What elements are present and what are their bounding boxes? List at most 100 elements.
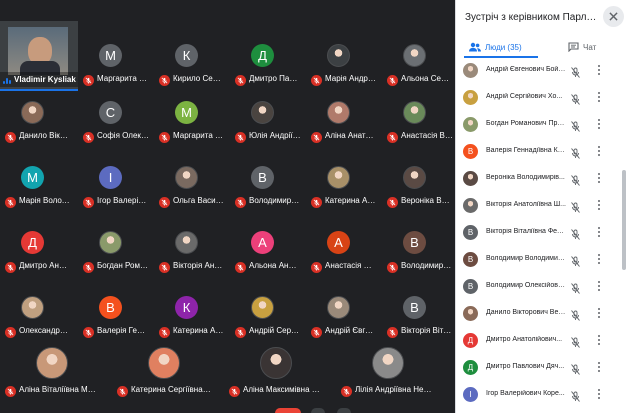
mic-off-icon[interactable] bbox=[571, 335, 580, 353]
person-name: Вікторія Анатоліївна Ш... bbox=[486, 201, 566, 208]
participant-tile[interactable]: І Ігор Валерійо... bbox=[78, 160, 150, 217]
participant-tile[interactable]: М Маргарита Ол... bbox=[78, 38, 150, 95]
list-item[interactable]: В Валерія Геннадіївна Ка... bbox=[456, 139, 619, 166]
participant-tile[interactable]: Ольга Василі... bbox=[154, 160, 226, 217]
mic-off-icon[interactable] bbox=[571, 200, 580, 218]
person-name: Ігор Валерійович Коре... bbox=[486, 390, 565, 397]
more-options-icon[interactable] bbox=[596, 91, 602, 103]
avatar-photo bbox=[36, 347, 68, 379]
mic-off-icon[interactable] bbox=[571, 65, 580, 83]
avatar-initial: А bbox=[327, 231, 350, 254]
avatar-photo bbox=[463, 117, 478, 132]
mic-off-icon[interactable] bbox=[571, 362, 580, 380]
participant-name: Володимир В... bbox=[401, 261, 453, 270]
list-item[interactable]: В Вікторія Віталіївна Федор... bbox=[456, 220, 619, 247]
video-grid: Vladimir Kysliak М Маргарита Ол... К Кирило… bbox=[0, 0, 455, 413]
mic-off-icon[interactable] bbox=[571, 281, 580, 299]
list-item[interactable]: Д Дмитро Павлович Дяч... bbox=[456, 355, 619, 382]
more-options-icon[interactable] bbox=[596, 361, 602, 373]
participant-tile[interactable]: Данило Вікто... bbox=[0, 95, 72, 152]
participant-tile[interactable]: Олександра Р... bbox=[0, 290, 72, 347]
avatar-initial: В bbox=[99, 296, 122, 319]
participant-tile[interactable]: Альона Сергі... bbox=[382, 38, 454, 95]
participant-name: Володимир О... bbox=[249, 196, 301, 205]
more-options-icon[interactable] bbox=[596, 172, 602, 184]
more-options-icon[interactable] bbox=[596, 145, 602, 157]
avatar-initial: М bbox=[99, 44, 122, 67]
list-item[interactable]: Андрій Сергійович Хо... bbox=[456, 85, 619, 112]
more-options-icon[interactable] bbox=[596, 226, 602, 238]
tab-people[interactable]: Люди (35) bbox=[469, 37, 543, 57]
list-item[interactable]: Данило Вікторович Вер... bbox=[456, 301, 619, 328]
mic-off-icon[interactable] bbox=[571, 173, 580, 191]
mic-off-icon[interactable] bbox=[571, 227, 580, 245]
participant-tile[interactable]: Катерина Анд... bbox=[306, 160, 378, 217]
more-options-icon[interactable] bbox=[596, 388, 602, 400]
participant-tile[interactable]: Аліна Віталіївна Мельник bbox=[0, 347, 100, 406]
participant-tile[interactable]: Анастасія Віт... bbox=[382, 95, 454, 152]
participant-tile[interactable]: С Софія Олекса... bbox=[78, 95, 150, 152]
participant-name: Лілія Андріївна Невідомс... bbox=[355, 385, 435, 394]
list-item[interactable]: І Ігор Валерійович Коре... bbox=[456, 382, 619, 409]
person-name: Андрій Євгенович Бойченко bbox=[486, 66, 566, 73]
participant-tile[interactable]: В Володимир О... bbox=[230, 160, 302, 217]
participant-tile[interactable]: М Марія Володи... bbox=[0, 160, 72, 217]
avatar-initial: І bbox=[99, 166, 122, 189]
scrollbar-thumb[interactable] bbox=[622, 170, 626, 270]
participant-tile[interactable]: Андрій Сергій... bbox=[230, 290, 302, 347]
participant-tile[interactable]: К Катерина Анат... bbox=[154, 290, 226, 347]
list-item[interactable]: Д Дмитро Анатолійович... bbox=[456, 328, 619, 355]
participant-tile[interactable]: Д Дмитро Анат... bbox=[0, 225, 72, 282]
tab-chat[interactable]: Чат bbox=[568, 37, 596, 57]
list-item[interactable]: Богдан Романович Пра... bbox=[456, 112, 619, 139]
mic-off-icon bbox=[311, 132, 322, 143]
people-scrollbar[interactable] bbox=[622, 60, 626, 410]
more-options-icon[interactable] bbox=[596, 64, 602, 76]
participant-tile[interactable]: Богдан Рома... bbox=[78, 225, 150, 282]
mic-off-icon[interactable] bbox=[571, 92, 580, 110]
list-item[interactable]: Вероніка Володимирів... bbox=[456, 166, 619, 193]
participant-tile[interactable]: В Володимир В... bbox=[382, 225, 454, 282]
list-item[interactable]: Андрій Євгенович Бойченко bbox=[456, 58, 619, 85]
mic-off-icon[interactable] bbox=[571, 389, 580, 407]
list-item[interactable]: Вікторія Анатоліївна Ш... bbox=[456, 193, 619, 220]
people-panel: Зустріч з керівником Парламент... Люди (… bbox=[455, 0, 628, 413]
participant-tile[interactable]: А Альона Андрії... bbox=[230, 225, 302, 282]
more-options-icon[interactable] bbox=[596, 118, 602, 130]
participant-tile[interactable]: Вероніка Воло... bbox=[382, 160, 454, 217]
mic-off-icon bbox=[83, 197, 94, 208]
more-options-icon[interactable] bbox=[596, 199, 602, 211]
close-button[interactable] bbox=[603, 6, 624, 27]
more-options-icon[interactable] bbox=[596, 307, 602, 319]
participant-tile[interactable]: Д Дмитро Павл... bbox=[230, 38, 302, 95]
participant-name: Данило Вікто... bbox=[19, 131, 71, 140]
avatar-photo bbox=[251, 296, 274, 319]
participant-name: Марія Володи... bbox=[19, 196, 71, 205]
participant-tile[interactable]: Аліна Максимівна Мамче... bbox=[224, 347, 324, 406]
list-item[interactable]: В Володимир Володимир... bbox=[456, 247, 619, 274]
avatar-photo bbox=[463, 198, 478, 213]
participant-tile[interactable]: В Валерія Генна... bbox=[78, 290, 150, 347]
more-options-icon[interactable] bbox=[596, 280, 602, 292]
participant-tile[interactable]: К Кирило Сергі... bbox=[154, 38, 226, 95]
more-options-icon[interactable] bbox=[596, 253, 602, 265]
participant-name: Кирило Сергі... bbox=[173, 74, 225, 83]
participant-tile[interactable]: Катерина Сергіївна Орло... bbox=[112, 347, 212, 406]
participant-tile[interactable]: М Маргарита Се... bbox=[154, 95, 226, 152]
mic-off-icon[interactable] bbox=[571, 254, 580, 272]
participant-tile[interactable]: В Вікторія Вітал... bbox=[382, 290, 454, 347]
participant-tile[interactable]: Андрій Євген... bbox=[306, 290, 378, 347]
presenter-tile[interactable]: Vladimir Kysliak bbox=[0, 21, 78, 91]
mic-off-icon[interactable] bbox=[571, 146, 580, 164]
participant-tile[interactable]: Лілія Андріївна Невідомс... bbox=[336, 347, 436, 406]
participant-tile[interactable]: Аліна Анатолі... bbox=[306, 95, 378, 152]
participant-tile[interactable]: Юлія Андріївн... bbox=[230, 95, 302, 152]
participant-tile[interactable]: Вікторія Анат... bbox=[154, 225, 226, 282]
avatar-initial: С bbox=[99, 101, 122, 124]
list-item[interactable]: В Володимир Олексійович... bbox=[456, 274, 619, 301]
mic-off-icon[interactable] bbox=[571, 119, 580, 137]
mic-off-icon[interactable] bbox=[571, 308, 580, 326]
participant-tile[interactable]: Марія Андріїв... bbox=[306, 38, 378, 95]
more-options-icon[interactable] bbox=[596, 334, 602, 346]
participant-tile[interactable]: А Анастасія Юрі... bbox=[306, 225, 378, 282]
